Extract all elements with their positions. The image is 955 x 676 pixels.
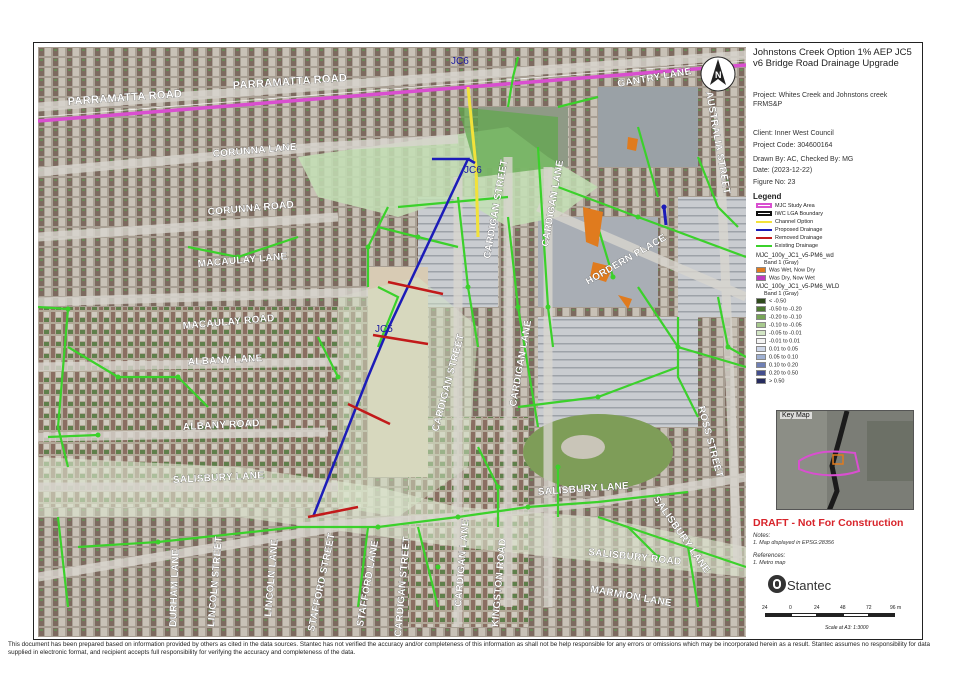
legend-item: 0.20 to 0.50 xyxy=(756,370,798,377)
legend-item: -0.01 to 0.01 xyxy=(756,338,800,345)
drainage-label: JC6 xyxy=(464,165,482,176)
legend-item: MJC Study Area xyxy=(756,203,815,210)
legend-item: -0.10 to -0.05 xyxy=(756,322,802,329)
legend-item: 0.05 to 0.10 xyxy=(756,354,798,361)
map-svg: PARRAMATTA ROAD PARRAMATTA ROAD GANTRY L… xyxy=(38,47,746,637)
scale-tick: 48 xyxy=(840,605,846,611)
legend-item: 0.01 to 0.05 xyxy=(756,346,798,353)
disclaimer-text: This document has been prepared based on… xyxy=(8,641,930,656)
legend-item: > 0.50 xyxy=(756,378,784,385)
legend-item: 0.10 to 0.20 xyxy=(756,362,798,369)
legend-band: Band 1 (Gray) xyxy=(764,291,799,297)
client-text: Client: Inner West Council xyxy=(753,130,834,137)
project-text: Project: Whites Creek and Johnstons cree… xyxy=(753,92,888,108)
map-canvas[interactable]: PARRAMATTA ROAD PARRAMATTA ROAD GANTRY L… xyxy=(38,47,746,637)
key-map[interactable]: Key Map xyxy=(776,410,914,510)
references-text: 1. Metro map xyxy=(753,560,786,566)
legend-item: IWC LGA Boundary xyxy=(756,211,823,218)
legend-title: Legend xyxy=(753,192,782,201)
info-panel: Johnstons Creek Option 1% AEP JC5 v6 Bri… xyxy=(750,47,920,637)
legend-band: Band 1 (Gray) xyxy=(764,260,799,266)
scale-bar xyxy=(765,613,915,617)
scale-tick: 96 m xyxy=(890,605,902,611)
stantec-logo-icon xyxy=(768,575,786,593)
figure-no-text: Figure No: 23 xyxy=(753,179,796,186)
legend-item: -0.05 to -0.01 xyxy=(756,330,802,337)
legend-item: Removed Drainage xyxy=(756,235,822,242)
legend-item: -0.20 to -0.10 xyxy=(756,314,802,321)
legend-item: Was Wet, Now Dry xyxy=(756,267,815,274)
drainage-label: JC6 xyxy=(451,56,469,67)
drainage-label: JC5 xyxy=(375,324,393,335)
project-code-text: Project Code: 304600164 xyxy=(753,142,833,149)
north-arrow-icon: N xyxy=(700,56,736,92)
drawn-by-text: Drawn By: AC, Checked By: MG xyxy=(753,156,854,163)
legend-item: Was Dry, Now Wet xyxy=(756,275,815,282)
draft-stamp: DRAFT - Not For Construction xyxy=(753,517,904,529)
key-map-label: Key Map xyxy=(780,412,812,419)
legend-layer-title: MJC_100y_JC1_v5-PM6_wd xyxy=(756,253,834,259)
notes-text: 1. Map displayed in EPSG:28356 xyxy=(753,540,835,546)
legend-item: Proposed Drainage xyxy=(756,227,822,234)
brand-name: Stantec xyxy=(787,578,832,593)
map-title: Johnstons Creek Option 1% AEP JC5 v6 Bri… xyxy=(753,47,912,69)
scale-text: Scale at A3: 1:3000 xyxy=(825,625,869,631)
legend-item: -0.50 to -0.20 xyxy=(756,306,802,313)
key-map-svg xyxy=(777,411,913,509)
scale-tick: 24 xyxy=(762,605,768,611)
scale-tick: 0 xyxy=(789,605,792,611)
legend-item: Existing Drainage xyxy=(756,243,818,250)
legend-layer-title: MJC_100y_JC1_v5-PM6_WLD xyxy=(756,284,840,290)
scale-tick: 72 xyxy=(866,605,872,611)
legend-item: Channel Option xyxy=(756,219,813,226)
legend-item: < -0.50 xyxy=(756,298,786,305)
scale-tick: 24 xyxy=(814,605,820,611)
date-text: Date: (2023-12-22) xyxy=(753,167,813,174)
north-letter: N xyxy=(715,70,722,80)
